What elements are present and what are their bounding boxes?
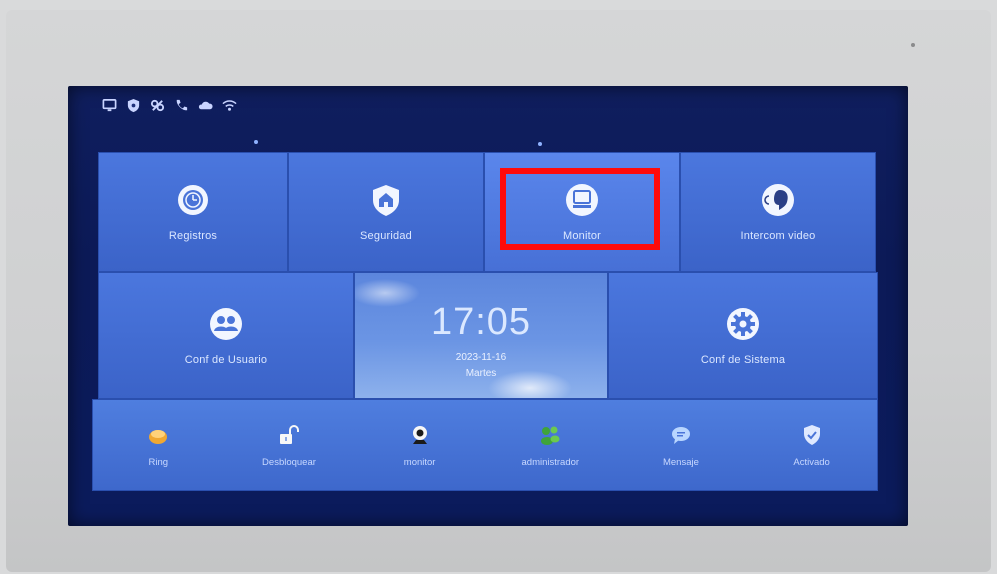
speaker-icon bbox=[762, 184, 794, 216]
quick-mensaje-label: Mensaje bbox=[662, 456, 699, 468]
tile-monitor[interactable]: Monitor bbox=[484, 152, 680, 272]
admin-icon bbox=[541, 426, 560, 445]
page-indicator-dot bbox=[538, 142, 542, 146]
phone-icon bbox=[174, 98, 189, 113]
tile-registros[interactable]: Registros bbox=[98, 152, 288, 272]
gear-icon bbox=[727, 307, 759, 340]
tile-conf-sistema[interactable]: Conf de Sistema bbox=[608, 272, 878, 399]
tile-conf-usuario[interactable]: Conf de Usuario bbox=[98, 272, 354, 399]
quick-mensaje[interactable]: Mensaje bbox=[621, 423, 741, 468]
quick-monitor[interactable]: monitor bbox=[360, 423, 480, 468]
ring-icon bbox=[149, 429, 168, 444]
quick-monitor-label: monitor bbox=[403, 456, 436, 468]
quick-action-bar: Ring Desbloquear monitor administrador M… bbox=[92, 399, 878, 491]
tile-registros-label: Registros bbox=[168, 230, 218, 242]
tile-intercom-video-label: Intercom video bbox=[740, 230, 816, 242]
clock-day: Martes bbox=[465, 368, 497, 379]
quick-activado[interactable]: Activado bbox=[752, 423, 872, 468]
quick-desbloquear-label: Desbloquear bbox=[262, 456, 316, 468]
shield-icon bbox=[126, 98, 141, 113]
clock-date: 2023-11-16 bbox=[455, 352, 507, 363]
quick-ring-label: Ring bbox=[148, 456, 169, 468]
touch-screen: Registros Seguridad Monitor Intercom vid… bbox=[68, 86, 908, 526]
tile-conf-usuario-label: Conf de Usuario bbox=[184, 353, 268, 366]
clock-widget: 17:05 2023-11-16 Martes bbox=[354, 272, 608, 399]
clock-time: 17:05 bbox=[430, 301, 532, 343]
home-shield-icon bbox=[373, 185, 399, 216]
page-indicator-dot bbox=[254, 140, 258, 144]
link-icon bbox=[150, 98, 165, 113]
wifi-icon bbox=[222, 98, 237, 113]
camera-icon bbox=[412, 425, 427, 444]
unlock-icon bbox=[279, 424, 299, 444]
quick-desbloquear[interactable]: Desbloquear bbox=[229, 423, 349, 468]
tile-intercom-video[interactable]: Intercom video bbox=[680, 152, 876, 272]
cloud-icon bbox=[198, 98, 213, 113]
users-icon bbox=[210, 307, 242, 340]
quick-administrador-label: administrador bbox=[521, 456, 580, 468]
monitor-screen-icon bbox=[566, 184, 598, 216]
status-bar bbox=[102, 98, 237, 113]
record-icon bbox=[178, 185, 208, 215]
tile-monitor-label: Monitor bbox=[562, 230, 602, 242]
quick-activado-label: Activado bbox=[793, 456, 830, 468]
tile-seguridad-label: Seguridad bbox=[360, 230, 412, 242]
shield-check-icon bbox=[803, 424, 820, 445]
sensor-dot bbox=[911, 43, 915, 47]
monitor-icon bbox=[102, 98, 117, 113]
quick-administrador[interactable]: administrador bbox=[490, 423, 610, 468]
message-icon bbox=[671, 426, 690, 444]
tile-seguridad[interactable]: Seguridad bbox=[288, 152, 484, 272]
quick-ring[interactable]: Ring bbox=[98, 423, 218, 468]
tile-conf-sistema-label: Conf de Sistema bbox=[700, 353, 786, 366]
